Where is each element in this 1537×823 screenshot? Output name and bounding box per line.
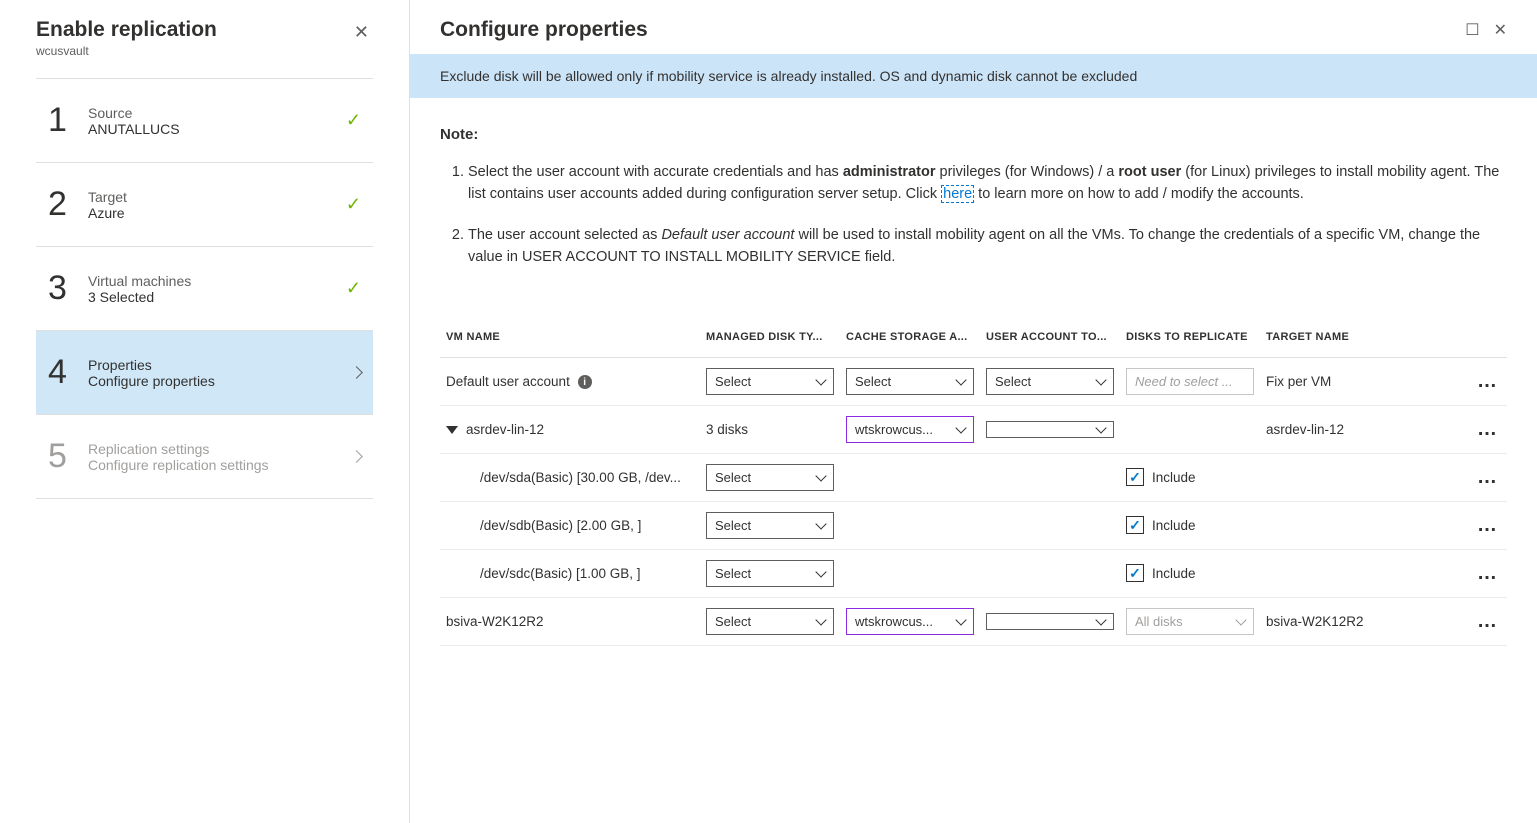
col-disks-replicate[interactable]: DISKS TO REPLICATE (1120, 317, 1260, 358)
info-icon[interactable]: i (578, 375, 592, 389)
user-account-select[interactable]: Select (986, 368, 1114, 395)
managed-disk-select[interactable]: Select (706, 368, 834, 395)
table-row-default: Default user account i Select Select Sel… (440, 357, 1507, 405)
row-name: asrdev-lin-12 (466, 422, 544, 437)
cache-storage-select[interactable]: wtskrowcus... (846, 608, 974, 635)
table-row-vm2: bsiva-W2K12R2 Select wtskrowcus... All d… (440, 597, 1507, 645)
expand-toggle-icon[interactable] (446, 426, 458, 434)
col-managed-disk[interactable]: MANAGED DISK TY... (700, 317, 840, 358)
close-icon[interactable]: ✕ (1494, 20, 1507, 40)
check-icon: ✓ (346, 110, 361, 131)
close-icon[interactable]: ✕ (350, 18, 373, 47)
wizard-steps-panel: Enable replication wcusvault ✕ 1 Source … (0, 0, 410, 823)
maximize-icon[interactable]: ☐ (1465, 20, 1479, 40)
include-checkbox[interactable]: ✓ (1126, 516, 1144, 534)
note-item-1: Select the user account with accurate cr… (468, 161, 1507, 206)
col-vm-name[interactable]: VM NAME (440, 317, 700, 358)
col-user-account[interactable]: USER ACCOUNT TO... (980, 317, 1120, 358)
disks-replicate-select: All disks (1126, 608, 1254, 635)
wizard-step-vms[interactable]: 3 Virtual machines 3 Selected ✓ (36, 246, 373, 330)
include-label: Include (1152, 566, 1196, 581)
disks-replicate-select: Need to select ... (1126, 368, 1254, 395)
row-menu-icon[interactable]: … (1471, 501, 1507, 549)
managed-disk-select[interactable]: Select (706, 560, 834, 587)
info-banner: Exclude disk will be allowed only if mob… (410, 54, 1537, 98)
row-menu-icon[interactable]: … (1471, 597, 1507, 645)
properties-panel: Configure properties ☐ ✕ Exclude disk wi… (410, 0, 1537, 823)
table-row-vm1: asrdev-lin-12 3 disks wtskrowcus... asrd… (440, 405, 1507, 453)
col-cache-storage[interactable]: CACHE STORAGE A... (840, 317, 980, 358)
disk-name: /dev/sdc(Basic) [1.00 GB, ] (440, 549, 700, 597)
row-menu-icon[interactable]: … (1471, 453, 1507, 501)
include-checkbox[interactable]: ✓ (1126, 564, 1144, 582)
managed-disk-value: 3 disks (700, 405, 840, 453)
wizard-subtitle: wcusvault (36, 44, 217, 58)
managed-disk-select[interactable]: Select (706, 608, 834, 635)
row-menu-icon[interactable]: … (1471, 549, 1507, 597)
wizard-step-replication[interactable]: 5 Replication settings Configure replica… (36, 414, 373, 499)
table-row-disk: /dev/sda(Basic) [30.00 GB, /dev... Selec… (440, 453, 1507, 501)
include-checkbox[interactable]: ✓ (1126, 468, 1144, 486)
wizard-title: Enable replication (36, 18, 217, 42)
user-account-select[interactable] (986, 421, 1114, 438)
user-account-select[interactable] (986, 613, 1114, 630)
chevron-right-icon (350, 366, 363, 379)
managed-disk-select[interactable]: Select (706, 464, 834, 491)
disk-name: /dev/sda(Basic) [30.00 GB, /dev... (440, 453, 700, 501)
table-row-disk: /dev/sdc(Basic) [1.00 GB, ] Select ✓ Incl… (440, 549, 1507, 597)
note-item-2: The user account selected as Default use… (468, 224, 1507, 269)
wizard-step-target[interactable]: 2 Target Azure ✓ (36, 162, 373, 246)
panel-title: Configure properties (440, 18, 648, 42)
target-name: Fix per VM (1260, 357, 1471, 405)
vm-properties-table: VM NAME MANAGED DISK TY... CACHE STORAGE… (440, 317, 1507, 646)
target-name: bsiva-W2K12R2 (1260, 597, 1471, 645)
wizard-step-source[interactable]: 1 Source ANUTALLUCS ✓ (36, 78, 373, 162)
row-name: Default user account (446, 374, 570, 389)
here-link[interactable]: here (941, 185, 974, 203)
disk-name: /dev/sdb(Basic) [2.00 GB, ] (440, 501, 700, 549)
chevron-right-icon (350, 450, 363, 463)
row-menu-icon[interactable]: … (1471, 357, 1507, 405)
cache-storage-select[interactable]: Select (846, 368, 974, 395)
row-name: bsiva-W2K12R2 (440, 597, 700, 645)
managed-disk-select[interactable]: Select (706, 512, 834, 539)
col-target-name[interactable]: TARGET NAME (1260, 317, 1471, 358)
row-menu-icon[interactable]: … (1471, 405, 1507, 453)
table-row-disk: /dev/sdb(Basic) [2.00 GB, ] Select ✓ Incl… (440, 501, 1507, 549)
include-label: Include (1152, 518, 1196, 533)
cache-storage-select[interactable]: wtskrowcus... (846, 416, 974, 443)
check-icon: ✓ (346, 278, 361, 299)
note-label: Note: (440, 126, 1507, 143)
target-name: asrdev-lin-12 (1260, 405, 1471, 453)
check-icon: ✓ (346, 194, 361, 215)
include-label: Include (1152, 470, 1196, 485)
wizard-step-properties[interactable]: 4 Properties Configure properties (36, 330, 373, 414)
